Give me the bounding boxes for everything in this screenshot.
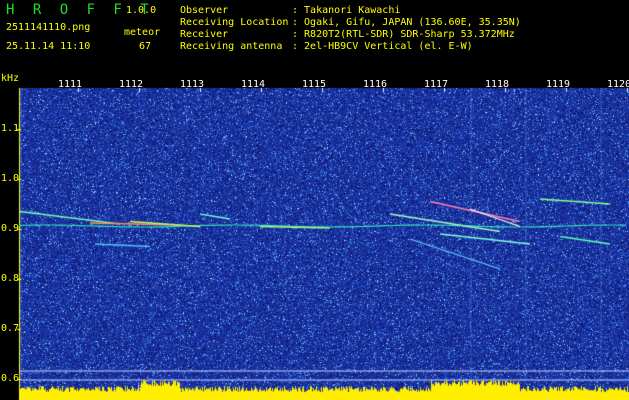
x-tick-label: 1117 — [424, 79, 449, 90]
x-tick-label: 1116 — [363, 79, 388, 90]
x-tick-label: 1112 — [119, 79, 144, 90]
y-tick-label: 1.0 — [1, 173, 20, 184]
x-tick-label: 1119 — [546, 79, 571, 90]
info-label-antenna: Receiving antenna — [180, 41, 283, 52]
x-tick-label: 1114 — [241, 79, 266, 90]
x-tick-label: 1115 — [302, 79, 327, 90]
app-version: 1.0.0 — [126, 5, 157, 16]
meteor-label: meteor — [124, 27, 161, 38]
y-tick-label: 0.9 — [1, 223, 20, 234]
info-label-receiver: Receiver — [180, 29, 229, 40]
x-tick-label: 1120 — [607, 79, 629, 90]
meteor-count: 67 — [139, 41, 152, 52]
timestamp: 25.11.14 11:10 — [6, 41, 91, 52]
y-tick-label: 0.8 — [1, 273, 20, 284]
info-label-observer: Observer — [180, 5, 229, 16]
info-value-antenna: : 2el-HB9CV Vertical (el. E-W) — [292, 41, 473, 52]
y-axis-unit: kHz — [1, 73, 20, 84]
y-tick-label: 0.7 — [1, 323, 20, 334]
y-tick-label: 0.6 — [1, 373, 20, 384]
x-tick-label: 1113 — [180, 79, 205, 90]
info-value-location: : Ogaki, Gifu, JAPAN (136.60E, 35.35N) — [292, 17, 521, 28]
x-tick-label: 1118 — [485, 79, 510, 90]
info-value-receiver: : R820T2(RTL-SDR) SDR-Sharp 53.372MHz — [292, 29, 515, 40]
x-tick-label: 1111 — [58, 79, 83, 90]
y-tick-label: 1.1 — [1, 123, 20, 134]
info-label-location: Receiving Location — [180, 17, 289, 28]
info-value-observer: : Takanori Kawachi — [292, 5, 401, 16]
image-filename: 2511141110.png — [6, 22, 91, 33]
